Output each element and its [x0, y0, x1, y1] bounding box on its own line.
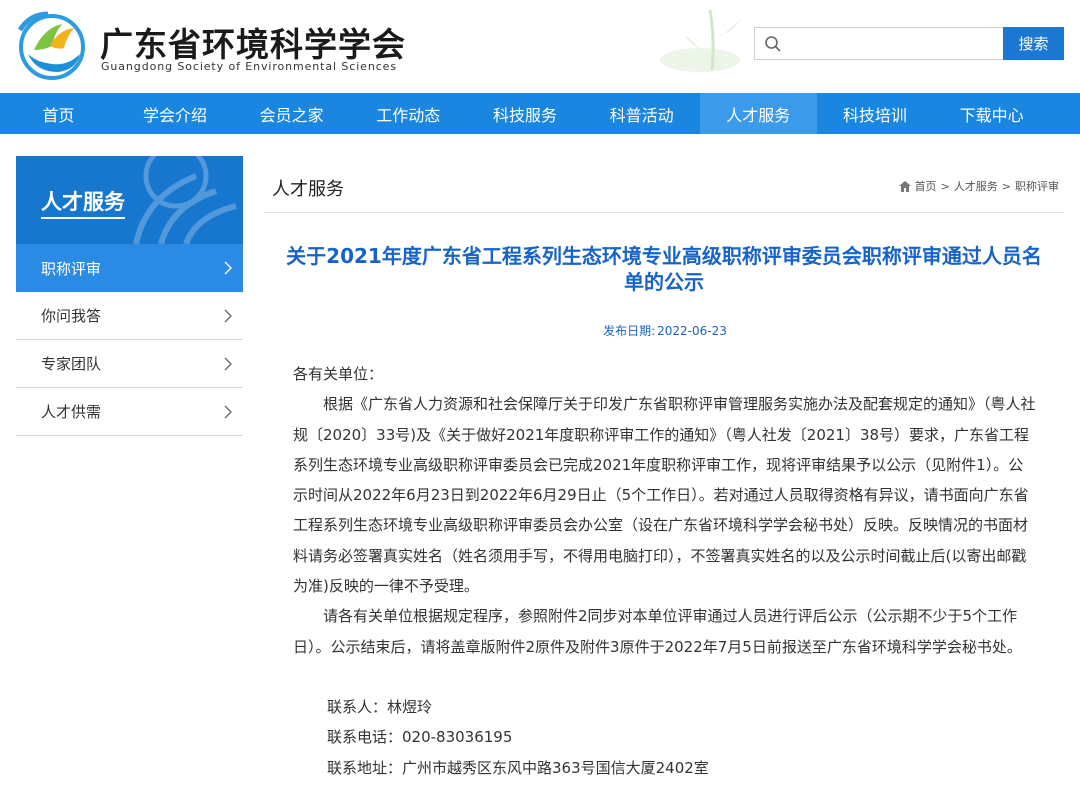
nav-item-home[interactable]: 首页: [0, 93, 117, 134]
search-box: [754, 27, 1004, 60]
article-title: 关于2021年度广东省工程系列生态环境专业高级职称评审委员会职称评审通过人员名单…: [286, 244, 1042, 294]
nav-item-about[interactable]: 学会介绍: [117, 93, 234, 134]
chevron-right-icon: [224, 405, 232, 419]
breadcrumb-separator: >: [940, 179, 950, 193]
search-icon: [765, 36, 781, 52]
breadcrumb-talent[interactable]: 人才服务: [954, 178, 998, 194]
main-content: 人才服务 首页 > 人才服务 > 职称评审 关于2021年度广东省工程系列生态环…: [264, 156, 1064, 811]
contact-person: 联系人：林煜玲: [327, 697, 433, 716]
home-icon: [898, 180, 911, 192]
breadcrumb-separator: >: [1001, 179, 1011, 193]
search-button[interactable]: 搜索: [1003, 27, 1064, 60]
sidebar-title: 人才服务: [41, 186, 125, 219]
chevron-right-icon: [224, 309, 232, 323]
nav-item-news[interactable]: 工作动态: [350, 93, 467, 134]
site-name-english: Guangdong Society of Environmental Scien…: [101, 60, 397, 73]
paragraph-2: 请各有关单位根据规定程序，参照附件2同步对本单位评审通过人员进行评后公示（公示期…: [293, 607, 1022, 656]
chevron-right-icon: [224, 261, 232, 275]
nav-item-tech-service[interactable]: 科技服务: [467, 93, 584, 134]
content-header: 人才服务 首页 > 人才服务 > 职称评审: [264, 156, 1064, 213]
sidebar-item-label: 你问我答: [41, 307, 102, 325]
society-logo[interactable]: [14, 10, 90, 80]
search-input[interactable]: [789, 30, 997, 57]
sidebar-item-talent-supply[interactable]: 人才供需: [16, 388, 243, 436]
breadcrumb-current[interactable]: 职称评审: [1015, 178, 1059, 194]
nav-item-training[interactable]: 科技培训: [817, 93, 934, 134]
sidebar-item-title-review[interactable]: 职称评审: [16, 244, 243, 292]
breadcrumb-home[interactable]: 首页: [915, 178, 937, 194]
nav-item-talent[interactable]: 人才服务: [699, 93, 817, 134]
site-name[interactable]: 广东省环境科学学会: [100, 18, 406, 66]
contact-info: 联系人：林煜玲 联系电话：020-83036195 联系地址：广州市越秀区东风中…: [293, 692, 1038, 783]
sidebar-item-experts[interactable]: 专家团队: [16, 340, 243, 388]
sidebar: 人才服务 职称评审 你问我答 专家团队 人才供需: [16, 156, 243, 436]
nav-item-science-pop[interactable]: 科普活动: [583, 93, 700, 134]
sidebar-item-label: 职称评审: [41, 259, 102, 278]
site-header: 广东省环境科学学会 Guangdong Society of Environme…: [0, 0, 1080, 93]
sidebar-item-label: 专家团队: [41, 355, 102, 373]
salutation: 各有关单位：: [293, 365, 384, 383]
sidebar-header: 人才服务: [16, 156, 243, 244]
contact-phone: 联系电话：020-83036195: [327, 728, 513, 747]
sidebar-item-qa[interactable]: 你问我答: [16, 292, 243, 340]
contact-address: 联系地址：广州市越秀区东风中路363号国信大厦2402室: [327, 758, 709, 777]
nav-item-members[interactable]: 会员之家: [233, 93, 350, 134]
main-nav: 首页 学会介绍 会员之家 工作动态 科技服务 科普活动 人才服务 科技培训 下载…: [0, 93, 1080, 134]
publish-date-value: 2022-06-23: [657, 324, 727, 338]
nav-item-downloads[interactable]: 下载中心: [933, 93, 1050, 134]
section-title: 人才服务: [272, 179, 344, 200]
sidebar-item-label: 人才供需: [41, 403, 102, 421]
breadcrumb: 首页 > 人才服务 > 职称评审: [898, 178, 1059, 194]
publish-date: 发布日期: 2022-06-23: [264, 322, 1064, 339]
paragraph-1: 根据《广东省人力资源和社会保障厅关于印发广东省职称评审管理服务实施办法及配套规定…: [293, 395, 1036, 596]
article-body: 各有关单位： 根据《广东省人力资源和社会保障厅关于印发广东省职称评审管理服务实施…: [293, 359, 1038, 783]
publish-date-label: 发布日期:: [603, 324, 656, 338]
sidebar-header-decoration: [133, 156, 237, 244]
chevron-right-icon: [224, 357, 232, 371]
